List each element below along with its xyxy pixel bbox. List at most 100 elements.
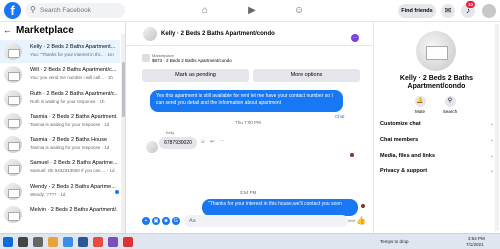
search-icon: ⚲ bbox=[30, 5, 36, 14]
sidebar-title: Marketplace bbox=[16, 25, 74, 36]
conversation-preview: You: you send me number i will call... ·… bbox=[30, 75, 113, 81]
find-friends-button[interactable]: Find friends bbox=[398, 4, 436, 18]
search-conversation-button[interactable]: ⚲ Search bbox=[438, 96, 462, 114]
weather-text[interactable]: Temps to drop bbox=[380, 239, 409, 244]
more-actions-icon[interactable]: ⋯ bbox=[219, 139, 225, 145]
listing-thumbnail bbox=[4, 43, 22, 60]
conversation-preview: Tasmia is waiting for your response · 1d bbox=[30, 121, 110, 127]
taskbar-time[interactable]: 3:54 PM bbox=[468, 236, 485, 241]
incoming-message[interactable]: 6787930020 bbox=[159, 137, 197, 149]
listing-thumbnail bbox=[4, 206, 22, 224]
conversation-item[interactable]: Samuel · 2 Beds 2 Baths Apartme... Samue… bbox=[0, 156, 120, 179]
add-icon[interactable]: + bbox=[142, 217, 150, 225]
conversation-item[interactable]: Tasmia · 2 Beds 2 Baths House Tasmia is … bbox=[0, 133, 120, 156]
conversation-title: Samuel · 2 Beds 2 Baths Apartme... bbox=[30, 160, 118, 167]
more-options-button[interactable]: More options bbox=[253, 69, 360, 82]
conversation-preview: Samuel: Ok 9432313550 If you can ... · 1… bbox=[30, 168, 115, 174]
row-label: Media, files and links bbox=[380, 153, 436, 159]
edge-icon[interactable] bbox=[63, 237, 73, 247]
watch-icon[interactable]: ▶ bbox=[245, 4, 259, 18]
sidebar-header: ← Marketplace bbox=[3, 25, 74, 39]
message-composer: + ▣ ☻ G 👍 bbox=[126, 211, 373, 233]
conversation-preview: Wendy: ???? · 1d bbox=[30, 191, 66, 197]
conversation-title: Kelly · 2 Beds 2 Baths Apartment... bbox=[30, 44, 116, 50]
file-explorer-icon[interactable] bbox=[48, 237, 58, 247]
app-icon[interactable] bbox=[123, 237, 133, 247]
mark-as-pending-button[interactable]: Mark as pending bbox=[142, 69, 249, 82]
mute-button[interactable]: 🔔 Mute bbox=[408, 96, 432, 114]
conversation-preview: Ruth is waiting for your response · 1h bbox=[30, 98, 105, 104]
chat-title[interactable]: Kelly · 2 Beds 2 Baths Apartment/condo bbox=[161, 31, 275, 37]
conversation-title: Will · 2 Beds 2 Baths Apartment/c... bbox=[30, 67, 117, 74]
listing-thumbnail bbox=[4, 159, 22, 177]
conversation-item[interactable]: Melvin · 2 Beds 2 Baths Apartment/... bbox=[0, 203, 120, 226]
back-arrow-icon[interactable]: ← bbox=[3, 25, 12, 35]
search-icon: ⚲ bbox=[444, 96, 456, 107]
unread-dot bbox=[115, 189, 119, 194]
notification-count-badge: 10 bbox=[466, 1, 475, 8]
chat-link[interactable]: Chat bbox=[335, 114, 345, 119]
windows-start-icon[interactable] bbox=[3, 237, 13, 247]
timestamp: Thu 7:00 PM bbox=[235, 120, 261, 125]
conversation-item[interactable]: Will · 2 Beds 2 Baths Apartment/c... You… bbox=[0, 63, 120, 86]
mute-label: Mute bbox=[414, 109, 425, 114]
top-bar: f ⚲ ⌂ ▶ ☺ Find friends ✉ ♪ 10 bbox=[0, 0, 500, 22]
chrome-icon[interactable] bbox=[93, 237, 103, 247]
messenger-icon[interactable]: ✉ bbox=[441, 4, 455, 18]
sticker-icon[interactable]: ☻ bbox=[162, 217, 170, 225]
info-panel-scrollbar[interactable] bbox=[495, 24, 499, 231]
chat-members-row[interactable]: Chat members ⌄ bbox=[380, 134, 496, 146]
listing-thumbnail bbox=[4, 66, 22, 84]
seen-indicator bbox=[350, 153, 354, 157]
listing-actions: Mark as pending More options bbox=[142, 69, 360, 82]
conversation-preview: Tasmia is waiting for your response · 1d bbox=[30, 145, 110, 151]
conversation-item[interactable]: Ruth · 2 Beds 2 Baths Apartment/c... Rut… bbox=[0, 87, 120, 110]
marketplace-sidebar: ← Marketplace Kelly · 2 Beds 2 Baths Apar… bbox=[0, 22, 126, 233]
conversation-item[interactable]: Kelly · 2 Beds 2 Baths Apartment... You:… bbox=[0, 40, 120, 64]
conversation-item[interactable]: Wendy · 2 Beds 2 Baths Apartme... Wendy:… bbox=[0, 180, 120, 203]
listing-thumbnail bbox=[4, 112, 22, 130]
row-label: Chat members bbox=[380, 137, 419, 143]
chevron-down-icon: ⌄ bbox=[489, 168, 494, 174]
listing-mini-thumbnail bbox=[142, 54, 150, 62]
reply-icon[interactable]: ↩ bbox=[210, 139, 215, 145]
profile-name: Kelly · 2 Beds 2 Baths Apartment/condo bbox=[399, 75, 474, 90]
conversation-title: Tasmia · 2 Beds 2 Baths Apartment... bbox=[30, 113, 118, 120]
message-thread: Yes this apartment is still available fo… bbox=[126, 84, 373, 223]
listing-thumbnail bbox=[4, 89, 22, 107]
chat-panel: Kelly · 2 Beds 2 Baths Apartment/condo ⋯… bbox=[126, 22, 373, 233]
customize-chat-row[interactable]: Customize chat ⌄ bbox=[380, 118, 496, 130]
seen-indicator bbox=[361, 204, 365, 208]
search-box[interactable]: ⚲ bbox=[25, 3, 125, 18]
account-avatar[interactable] bbox=[482, 4, 496, 18]
sidebar-scrollbar[interactable] bbox=[121, 34, 125, 233]
task-view-icon[interactable] bbox=[33, 237, 43, 247]
react-icon[interactable]: ☺ bbox=[200, 139, 206, 145]
privacy-support-row[interactable]: Privacy & support ⌄ bbox=[380, 165, 496, 177]
gif-icon[interactable]: G bbox=[172, 217, 180, 225]
media-files-links-row[interactable]: Media, files and links ⌄ bbox=[380, 150, 496, 162]
taskbar-date[interactable]: 7/1/2021 bbox=[466, 242, 484, 247]
image-icon[interactable]: ▣ bbox=[152, 217, 160, 225]
message-input[interactable] bbox=[184, 215, 348, 227]
bell-icon: 🔔 bbox=[414, 96, 426, 107]
scrollbar-thumb[interactable] bbox=[121, 62, 125, 117]
sender-name: Kelly bbox=[166, 131, 175, 135]
outgoing-message[interactable]: Yes this apartment is still available fo… bbox=[150, 90, 343, 112]
like-icon[interactable]: 👍 bbox=[356, 216, 366, 225]
groups-icon[interactable]: ☺ bbox=[292, 4, 306, 18]
more-icon[interactable]: ⋯ bbox=[351, 34, 359, 42]
conversation-item[interactable]: Tasmia · 2 Beds 2 Baths Apartment... Tas… bbox=[0, 110, 120, 133]
facebook-logo[interactable]: f bbox=[4, 2, 21, 19]
chat-avatar[interactable] bbox=[143, 27, 157, 41]
chat-header: Kelly · 2 Beds 2 Baths Apartment/condo ⋯ bbox=[126, 22, 373, 46]
home-icon[interactable]: ⌂ bbox=[198, 4, 212, 18]
conversation-title: Ruth · 2 Beds 2 Baths Apartment/c... bbox=[30, 90, 118, 97]
app-icon[interactable] bbox=[108, 237, 118, 247]
search-input[interactable] bbox=[40, 4, 122, 17]
sender-avatar bbox=[146, 141, 158, 153]
word-icon[interactable] bbox=[78, 237, 88, 247]
listing-thumbnail bbox=[4, 136, 22, 154]
search-icon[interactable] bbox=[18, 237, 28, 247]
profile-avatar[interactable] bbox=[416, 31, 456, 71]
